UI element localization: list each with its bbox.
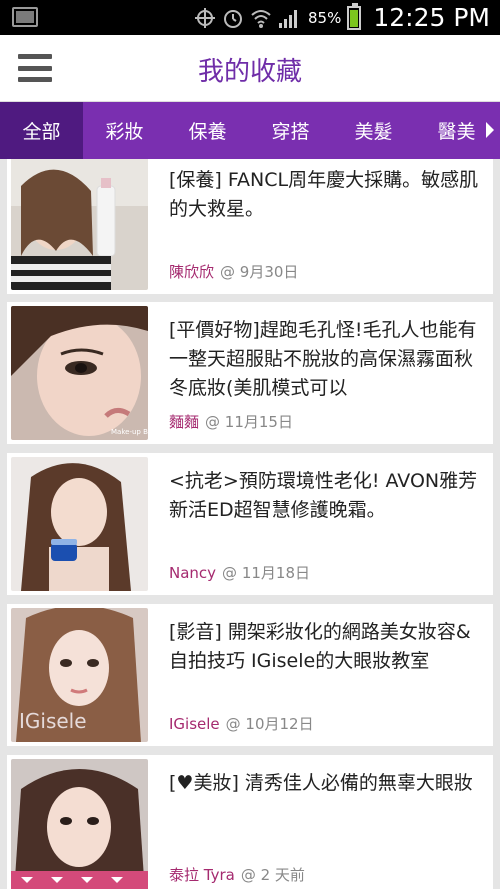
author-name[interactable]: 泰拉 Tyra — [169, 866, 235, 884]
status-bar: 85% 12:25 PM — [0, 0, 500, 35]
post-date: @ 10月12日 — [225, 715, 314, 733]
wifi-icon — [251, 9, 271, 28]
tab-all[interactable]: 全部 — [0, 102, 83, 159]
article-meta: Nancy @ 11月18日 — [169, 562, 310, 583]
article-thumbnail: Make-up Beauty — [11, 306, 148, 440]
list-item[interactable]: IGisele [影音] 開架彩妝化的網路美女妝容&自拍技巧 IGisele的大… — [7, 604, 493, 746]
tab-skincare[interactable]: 保養 — [166, 102, 249, 159]
tab-fashion[interactable]: 穿搭 — [249, 102, 332, 159]
article-thumbnail — [11, 457, 148, 591]
tab-makeup[interactable]: 彩妝 — [83, 102, 166, 159]
article-title: [平價好物]趕跑毛孔怪!毛孔人也能有一整天超服貼不脫妝的高保濕霧面秋冬底妝(美肌… — [169, 319, 477, 399]
category-tabs: 全部 彩妝 保養 穿搭 美髮 醫美 — [0, 102, 500, 159]
post-date: @ 9月30日 — [220, 263, 299, 281]
post-date: @ 11月15日 — [205, 413, 293, 431]
list-item[interactable]: Make-up Beauty [平價好物]趕跑毛孔怪!毛孔人也能有一整天超服貼不… — [7, 302, 493, 444]
signal-icon — [279, 9, 298, 28]
article-title: <抗老>預防環境性老化! AVON雅芳新活ED超智慧修護晚霜。 — [169, 470, 478, 521]
app-bar: 我的收藏 — [0, 35, 500, 102]
favorites-list[interactable]: [保養] FANCL周年慶大採購。敏感肌的大救星。 陳欣欣 @ 9月30日 Mak… — [0, 159, 500, 889]
page-title: 我的收藏 — [197, 57, 302, 87]
author-name[interactable]: IGisele — [169, 715, 220, 733]
post-date: @ 2 天前 — [240, 866, 305, 884]
status-icons: 85% 12:25 PM — [194, 0, 490, 35]
article-thumbnail: IGisele — [11, 608, 148, 742]
clock: 12:25 PM — [373, 3, 490, 32]
list-item[interactable]: [♥美妝] 清秀佳人必備的無辜大眼妝 泰拉 Tyra @ 2 天前 — [7, 755, 493, 889]
image-notification-icon — [12, 7, 38, 27]
tab-hair[interactable]: 美髮 — [332, 102, 415, 159]
article-meta: 陳欣欣 @ 9月30日 — [169, 261, 298, 282]
article-thumbnail — [11, 159, 148, 290]
author-name[interactable]: 麵麵 — [169, 413, 199, 431]
article-title: [保養] FANCL周年慶大採購。敏感肌的大救星。 — [169, 169, 479, 220]
chevron-right-icon[interactable] — [486, 122, 494, 138]
article-meta: IGisele @ 10月12日 — [169, 713, 314, 734]
post-date: @ 11月18日 — [222, 564, 310, 582]
author-name[interactable]: 陳欣欣 — [169, 263, 214, 281]
target-icon — [195, 7, 216, 28]
author-name[interactable]: Nancy — [169, 564, 216, 582]
thumbnail-watermark: IGisele — [19, 709, 87, 733]
article-meta: 泰拉 Tyra @ 2 天前 — [169, 864, 305, 885]
battery-percent: 85% — [308, 8, 342, 27]
alarm-icon — [224, 9, 243, 28]
article-title: [♥美妝] 清秀佳人必備的無辜大眼妝 — [169, 772, 473, 794]
list-item[interactable]: [保養] FANCL周年慶大採購。敏感肌的大救星。 陳欣欣 @ 9月30日 — [7, 159, 493, 294]
battery-icon — [347, 2, 362, 30]
list-item[interactable]: <抗老>預防環境性老化! AVON雅芳新活ED超智慧修護晚霜。 Nancy @ 1… — [7, 453, 493, 595]
thumbnail-watermark: Make-up Beauty — [111, 428, 148, 436]
article-meta: 麵麵 @ 11月15日 — [169, 411, 293, 432]
article-thumbnail — [11, 759, 148, 889]
article-title: [影音] 開架彩妝化的網路美女妝容&自拍技巧 IGisele的大眼妝教室 — [169, 621, 471, 672]
